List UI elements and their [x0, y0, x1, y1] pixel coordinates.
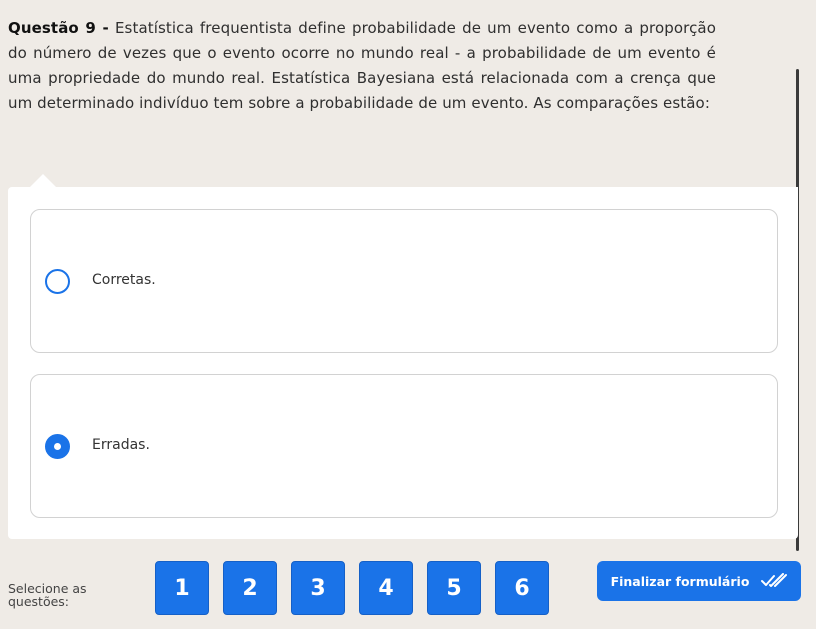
radio-button-checked[interactable]: [45, 434, 70, 459]
question-button-1[interactable]: 1: [155, 561, 209, 615]
question-button-6[interactable]: 6: [495, 561, 549, 615]
option-label: Erradas.: [92, 437, 150, 453]
options-panel: Corretas. Erradas.: [8, 187, 798, 539]
radio-button-unchecked[interactable]: [45, 269, 70, 294]
question-button-5[interactable]: 5: [427, 561, 481, 615]
option-erradas[interactable]: Erradas.: [30, 374, 778, 518]
question-number: Questão 9 -: [8, 19, 109, 37]
question-text-block: Questão 9 - Estatística frequentista def…: [8, 16, 716, 116]
question-button-4[interactable]: 4: [359, 561, 413, 615]
question-button-3[interactable]: 3: [291, 561, 345, 615]
finish-form-label: Finalizar formulário: [610, 573, 750, 589]
finish-form-button[interactable]: Finalizar formulário: [597, 561, 801, 601]
select-questions-label: Selecione as questões:: [8, 581, 87, 609]
option-corretas[interactable]: Corretas.: [30, 209, 778, 353]
panel-notch: [30, 174, 56, 187]
double-check-icon: [761, 573, 788, 589]
option-label: Corretas.: [92, 272, 156, 288]
question-statement: Estatística frequentista define probabil…: [8, 19, 716, 112]
question-button-2[interactable]: 2: [223, 561, 277, 615]
